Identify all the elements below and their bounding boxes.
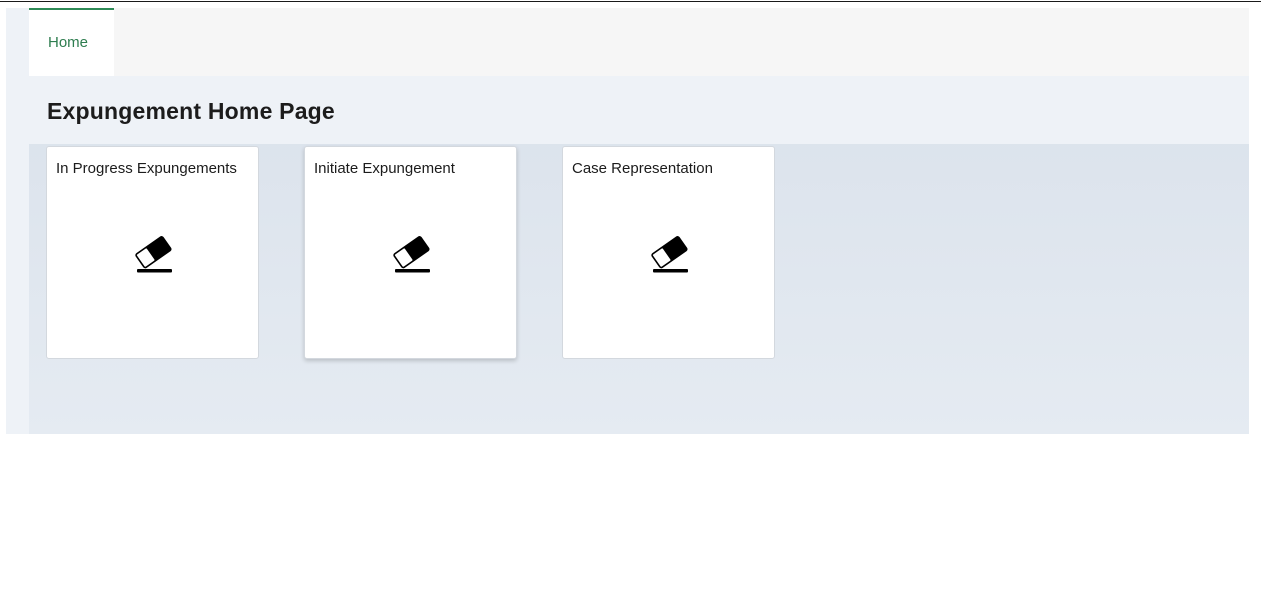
eraser-icon [393, 236, 430, 273]
tile-case-representation[interactable]: Case Representation [562, 146, 775, 359]
eraser-icon [651, 236, 688, 273]
app-container: Home Expungement Home Page In Progress E… [29, 8, 1249, 434]
tile-label: In Progress Expungements [56, 160, 237, 177]
tile-label: Initiate Expungement [314, 160, 455, 177]
left-gutter [6, 8, 29, 434]
tile-label: Case Representation [572, 160, 713, 177]
tab-home[interactable]: Home [29, 8, 114, 76]
tile-initiate-expungement[interactable]: Initiate Expungement [304, 146, 517, 359]
page-title: Expungement Home Page [47, 98, 335, 124]
tile-in-progress-expungements[interactable]: In Progress Expungements [46, 146, 259, 359]
top-divider [0, 1, 1261, 2]
tab-bar: Home [29, 8, 1249, 76]
eraser-icon [135, 236, 172, 273]
title-bar: Expungement Home Page [29, 76, 1249, 144]
